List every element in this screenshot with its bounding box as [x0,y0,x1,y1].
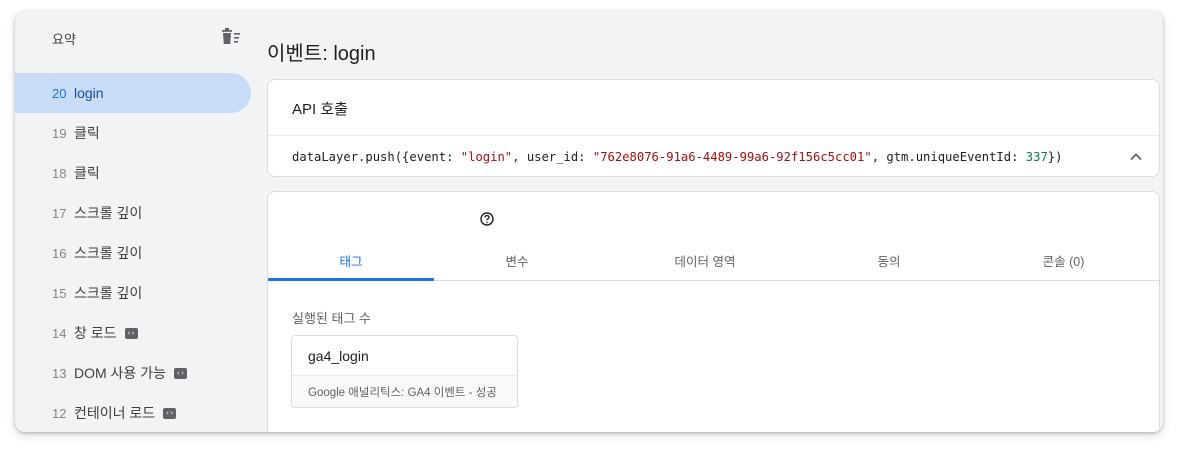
main-panel: 이벤트: login API 호출 dataLayer.push({event:… [267,11,1163,432]
event-number: 18 [52,165,67,181]
event-label: 스크롤 깊이 [74,245,143,261]
code-text: dataLayer.push({event: [292,150,461,164]
code-badge-icon: ‹› [173,367,187,379]
tab-bar: 태그 변수 데이터 영역 동의 콘솔 (0) [268,240,1159,281]
event-number: 14 [52,325,67,341]
sidebar-item-click[interactable]: 18 클릭 [15,153,251,193]
code-badge-icon: ‹› [124,327,138,339]
api-call-card: API 호출 dataLayer.push({event: "login", u… [267,79,1160,177]
trash-icon[interactable] [220,27,242,47]
code-text: , user_id: [512,150,593,164]
event-label: 스크롤 깊이 [74,205,143,221]
app-window: 요약 20 login 19 클릭 18 클릭 17 스크롤 깊이 16 스크롤… [15,11,1163,432]
event-number: 12 [52,405,67,421]
sidebar-item-login[interactable]: 20 login [15,73,251,113]
event-label: 컨테이너 로드 [74,405,156,421]
code-text: }) [1047,150,1063,164]
code-string: "login" [460,150,513,164]
tab-console[interactable]: 콘솔 (0) [968,240,1159,280]
event-label: 클릭 [74,125,100,141]
tag-name: ga4_login [308,348,369,364]
event-label: 클릭 [74,165,100,181]
event-label: DOM 사용 가능 [74,365,166,381]
page-title: 이벤트: login [267,43,376,65]
event-number: 17 [52,205,67,221]
api-call-title: API 호출 [292,101,348,118]
code-string: "762e8076-91a6-4489-99a6-92f156c5cc01" [592,150,872,164]
code-badge-icon: ‹› [163,407,177,419]
sidebar-item-scroll-depth[interactable]: 17 스크롤 깊이 [15,193,251,233]
divider [268,135,1159,136]
sidebar-item-dom-ready[interactable]: 13 DOM 사용 가능 ‹› [15,353,251,393]
chevron-up-icon[interactable] [1129,150,1143,164]
event-number: 20 [52,85,67,101]
tag-footer: Google 애널리틱스: GA4 이벤트 - 성공 [292,375,517,407]
event-number: 16 [52,245,67,261]
active-tab-indicator [268,278,434,281]
tab-data-layer[interactable]: 데이터 영역 [600,240,810,280]
tab-consent[interactable]: 동의 [810,240,968,280]
help-icon[interactable] [480,212,494,226]
event-number: 13 [52,365,67,381]
sidebar: 요약 20 login 19 클릭 18 클릭 17 스크롤 깊이 16 스크롤… [15,11,259,432]
event-label: 스크롤 깊이 [74,285,143,301]
sidebar-item-window-load[interactable]: 14 창 로드 ‹› [15,313,251,353]
datalayer-push-code: dataLayer.push({event: "login", user_id:… [292,150,1062,164]
tag-type: Google 애널리틱스: GA4 이벤트 - 성공 [308,387,497,399]
tab-tags[interactable]: 태그 [268,240,434,280]
event-number: 19 [52,125,67,141]
sidebar-item-scroll-depth[interactable]: 16 스크롤 깊이 [15,233,251,273]
details-card: 태그 변수 데이터 영역 동의 콘솔 (0) 실행된 태그 수 ga4_logi… [267,191,1160,432]
sidebar-item-container-load[interactable]: 12 컨테이너 로드 ‹› [15,393,251,432]
fired-tags-label: 실행된 태그 수 [292,311,371,326]
code-number: 337 [1025,150,1048,164]
event-label: login [74,85,104,101]
event-number: 15 [52,285,67,301]
summary-heading: 요약 [52,32,76,47]
tab-variables[interactable]: 변수 [434,240,600,280]
event-label: 창 로드 [74,325,117,341]
sidebar-item-click[interactable]: 19 클릭 [15,113,251,153]
tag-card[interactable]: ga4_login Google 애널리틱스: GA4 이벤트 - 성공 [291,335,518,408]
sidebar-item-scroll-depth[interactable]: 15 스크롤 깊이 [15,273,251,313]
code-text: , gtm.uniqueEventId: [871,150,1026,164]
